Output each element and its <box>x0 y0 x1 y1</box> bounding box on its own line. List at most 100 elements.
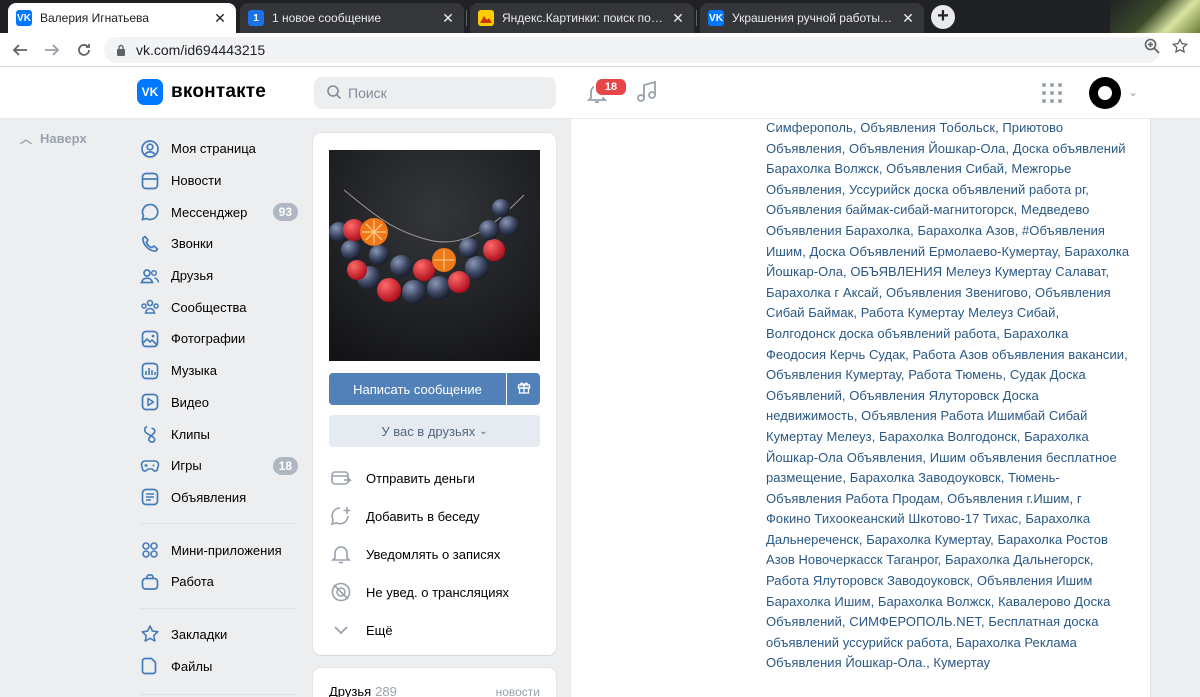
send-gift-button[interactable] <box>507 373 540 405</box>
close-icon[interactable]: ✕ <box>670 10 686 26</box>
chevron-down-icon[interactable]: ⌄ <box>1128 85 1138 99</box>
classified-link[interactable]: Волгодонск доска объявлений работа <box>766 326 996 341</box>
forward-button[interactable] <box>40 38 64 62</box>
nav-item-mini-apps[interactable]: Мини-приложения <box>134 534 304 566</box>
no-broadcast-notify-action[interactable]: Не увед. о трансляциях <box>329 573 540 611</box>
browser-tab[interactable]: 1 1 новое сообщение ✕ <box>240 3 464 33</box>
clips-icon <box>140 424 160 444</box>
write-message-button[interactable]: Написать сообщение <box>329 373 506 405</box>
scroll-to-top-button[interactable]: ︿ Наверх <box>20 130 87 147</box>
browser-toolbar: vk.com/id694443215 <box>0 33 1200 67</box>
classified-link[interactable]: Объявления Кумертау <box>766 367 901 382</box>
new-tab-button[interactable]: + <box>931 5 955 29</box>
address-bar[interactable]: vk.com/id694443215 <box>104 37 1160 63</box>
nav-item-clips[interactable]: Клипы <box>134 418 304 450</box>
browser-tab[interactable]: VK Украшения ручной работы от п ✕ <box>700 3 924 33</box>
close-icon[interactable]: ✕ <box>212 10 228 26</box>
bell-icon <box>329 542 353 566</box>
vk-icon: VK <box>708 10 724 26</box>
classified-link[interactable]: Объявления Сибай <box>886 161 1004 176</box>
nav-label: Файлы <box>171 658 213 674</box>
classified-link[interactable]: Барахолка Дальнегорск <box>945 552 1090 567</box>
music-icon <box>140 361 160 381</box>
profile-photo[interactable] <box>329 150 540 361</box>
more-actions[interactable]: Ещё <box>329 611 540 649</box>
arrow-left-icon <box>12 44 27 56</box>
classified-link[interactable]: Барахолка г Аксай <box>766 285 879 300</box>
action-label: Ещё <box>366 622 393 638</box>
close-icon[interactable]: ✕ <box>440 10 456 26</box>
classified-link[interactable]: Объявления Йошкар-Ола <box>849 141 1005 156</box>
browser-tab[interactable]: Яндекс.Картинки: поиск по изоб ✕ <box>470 3 694 33</box>
unread-count-badge: 93 <box>272 203 298 222</box>
nav-label: Моя страница <box>171 141 256 157</box>
back-button[interactable] <box>8 38 32 62</box>
zoom-icon[interactable] <box>1144 38 1160 59</box>
classified-link[interactable]: Симферополь <box>766 120 853 135</box>
reload-button[interactable] <box>72 38 96 62</box>
address-bar-actions <box>1144 37 1189 59</box>
nav-item-messenger[interactable]: Мессенджер 93 <box>134 196 304 228</box>
friends-card: Друзья 289 новости <box>313 668 556 697</box>
classified-link[interactable]: СИМФЕРОПОЛЬ.NET <box>849 614 981 629</box>
classified-link[interactable]: Работа Азов объявления вакансии <box>912 347 1124 362</box>
classified-link[interactable]: Работа Кумертау Мелеуз Сибай <box>861 305 1056 320</box>
classified-link[interactable]: Барахолка Заводоуковск <box>850 470 1001 485</box>
classified-link[interactable]: Объявления баймак-сибай-магнитогорск <box>766 202 1014 217</box>
nav-label: Мини-приложения <box>171 542 282 558</box>
nav-item-photos[interactable]: Фотографии <box>134 323 304 355</box>
url-text: vk.com/id694443215 <box>136 42 266 58</box>
avatar[interactable] <box>1089 77 1121 109</box>
classified-link[interactable]: Объявления Тобольск <box>860 120 995 135</box>
nav-item-video[interactable]: Видео <box>134 387 304 419</box>
nav-item-games[interactable]: Игры 18 <box>134 450 304 482</box>
nav-item-music[interactable]: Музыка <box>134 355 304 387</box>
classified-link[interactable]: Объявления г.Ишим <box>947 491 1069 506</box>
gamepad-icon <box>140 456 160 476</box>
send-money-action[interactable]: Отправить деньги <box>329 459 540 497</box>
classified-link[interactable]: Кумертау <box>933 655 990 670</box>
nav-item-friends[interactable]: Друзья <box>134 260 304 292</box>
users-icon <box>140 266 160 286</box>
friend-status-dropdown[interactable]: У вас в друзьях ⌄ <box>329 415 540 447</box>
nav-label: Видео <box>171 394 209 410</box>
classified-link[interactable]: Барахолка Кумертау <box>866 532 990 547</box>
file-icon <box>140 656 160 676</box>
browser-tab-active[interactable]: VK Валерия Игнатьева ✕ <box>8 3 236 33</box>
friends-card-title[interactable]: Друзья 289 <box>329 684 397 697</box>
nav-divider <box>140 523 296 525</box>
notify-posts-action[interactable]: Уведомлять о записях <box>329 535 540 573</box>
classified-link[interactable]: Уссурийск доска объявлений работа рг <box>849 182 1085 197</box>
notifications-badge: 18 <box>594 77 628 97</box>
classified-link[interactable]: Объявления Звенигово <box>886 285 1028 300</box>
vk-logo[interactable]: VK вконтакте <box>137 79 266 105</box>
classified-link[interactable]: Работа Ялуторовск Заводоуковск <box>766 573 970 588</box>
add-to-chat-action[interactable]: Добавить в беседу <box>329 497 540 535</box>
classified-link[interactable]: Работа Тюмень <box>908 367 1002 382</box>
close-icon[interactable]: ✕ <box>900 10 916 26</box>
nav-item-classifieds[interactable]: Объявления <box>134 482 304 514</box>
lock-icon <box>116 44 126 56</box>
classified-link[interactable]: Барахолка Азов <box>917 223 1014 238</box>
left-navigation: Моя страница Новости Мессенджер 93 Звонк… <box>134 133 304 697</box>
logo-text: вконтакте <box>171 81 267 102</box>
classified-link[interactable]: Барахолка Волгодонск <box>879 429 1017 444</box>
nav-divider <box>140 694 296 695</box>
friends-news-link[interactable]: новости <box>496 685 540 697</box>
nav-item-communities[interactable]: Сообщества <box>134 291 304 323</box>
bookmark-star-icon[interactable] <box>1171 37 1189 59</box>
search-input[interactable]: Поиск <box>314 77 556 109</box>
music-note-icon[interactable] <box>634 79 660 105</box>
nav-item-files[interactable]: Файлы <box>134 650 304 682</box>
nav-item-calls[interactable]: Звонки <box>134 228 304 260</box>
classified-link[interactable]: ОБЪЯВЛЕНИЯ Мелеуз Кумертау Салават <box>850 264 1105 279</box>
nav-item-jobs[interactable]: Работа <box>134 566 304 598</box>
nav-item-my-page[interactable]: Моя страница <box>134 133 304 165</box>
nav-label: Работа <box>171 574 214 590</box>
scroll-to-top-label: Наверх <box>40 131 87 146</box>
nav-item-news[interactable]: Новости <box>134 165 304 197</box>
apps-grid-icon[interactable] <box>1042 83 1062 103</box>
classified-link[interactable]: Доска Объявлений Ермолаево-Кумертау <box>810 244 1058 259</box>
classified-link[interactable]: Барахолка Волжск <box>878 594 991 609</box>
nav-item-bookmarks[interactable]: Закладки <box>134 619 304 651</box>
